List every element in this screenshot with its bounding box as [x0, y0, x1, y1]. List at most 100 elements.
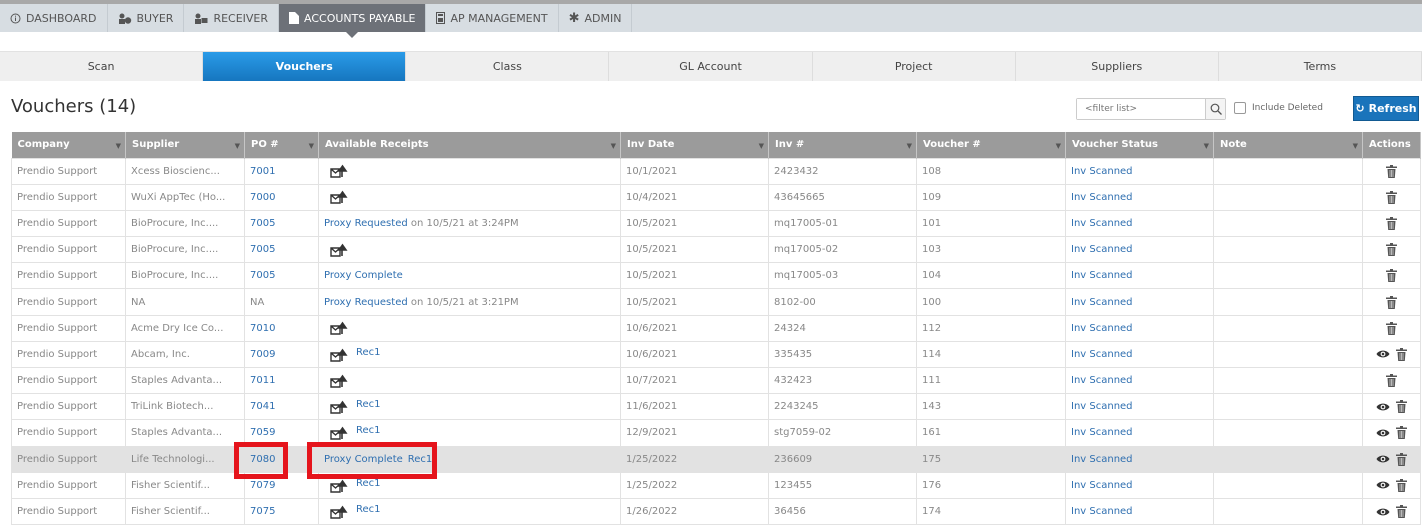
table-row[interactable]: Prendio Support BioProcure, Inc.... 7005…: [11, 262, 1421, 290]
filter-input[interactable]: [1077, 99, 1206, 119]
tab-vouchers[interactable]: Vouchers: [203, 52, 407, 81]
trash-icon[interactable]: [1396, 426, 1407, 440]
voucher-status-link[interactable]: Inv Scanned: [1065, 497, 1214, 525]
tab-scan[interactable]: Scan: [0, 52, 204, 81]
voucher-status-link[interactable]: Inv Scanned: [1065, 262, 1214, 290]
table-row[interactable]: Prendio Support Abcam, Inc. 7009 Rec1 10…: [11, 340, 1421, 369]
upload-envelope-icon[interactable]: [330, 190, 348, 204]
trash-icon[interactable]: [1396, 478, 1407, 492]
upload-envelope-icon[interactable]: [330, 374, 348, 388]
trash-icon[interactable]: [1386, 269, 1397, 283]
proxy-status-link[interactable]: Proxy Complete: [324, 270, 403, 281]
po-link[interactable]: 7075: [244, 497, 319, 525]
voucher-status-link[interactable]: Inv Scanned: [1065, 314, 1214, 342]
po-link[interactable]: 7000: [244, 183, 319, 211]
table-row[interactable]: Prendio Support Staples Advanta... 7011 …: [11, 366, 1421, 395]
table-row[interactable]: Prendio Support Xcess Bioscienc... 7001 …: [11, 157, 1421, 185]
proxy-status-link[interactable]: Proxy Requested: [324, 297, 408, 308]
eye-icon[interactable]: [1376, 454, 1390, 464]
receipt-link[interactable]: Rec1: [356, 347, 381, 358]
trash-icon[interactable]: [1386, 321, 1397, 335]
receipt-link[interactable]: Rec1: [356, 504, 381, 515]
voucher-status-link[interactable]: Inv Scanned: [1065, 419, 1214, 447]
voucher-status-link[interactable]: Inv Scanned: [1065, 445, 1214, 473]
receipt-link[interactable]: Rec1: [356, 425, 381, 436]
trash-icon[interactable]: [1386, 190, 1397, 204]
eye-icon[interactable]: [1376, 507, 1390, 517]
column-header[interactable]: Inv Date ▼: [620, 132, 769, 158]
upload-envelope-icon[interactable]: [330, 164, 348, 178]
trash-icon[interactable]: [1386, 216, 1397, 230]
tab-class[interactable]: Class: [406, 52, 610, 81]
caret-down-icon[interactable]: ▼: [1353, 142, 1358, 150]
refresh-button[interactable]: ↻ Refresh: [1353, 96, 1419, 121]
caret-down-icon[interactable]: ▼: [907, 142, 912, 150]
table-row[interactable]: Prendio Support Acme Dry Ice Co... 7010 …: [11, 314, 1421, 342]
po-link[interactable]: 7041: [244, 393, 319, 421]
table-row[interactable]: Prendio Support WuXi AppTec (Ho... 7000 …: [11, 183, 1421, 211]
column-header[interactable]: Note ▼: [1213, 132, 1363, 158]
nav-dashboard[interactable]: DASHBOARD: [0, 4, 108, 32]
trash-icon[interactable]: [1386, 295, 1397, 309]
trash-icon[interactable]: [1396, 400, 1407, 414]
voucher-status-link[interactable]: Inv Scanned: [1065, 288, 1214, 316]
caret-down-icon[interactable]: ▼: [1056, 142, 1061, 150]
caret-down-icon[interactable]: ▼: [116, 142, 121, 150]
nav-ap-management[interactable]: AP MANAGEMENT: [426, 4, 559, 32]
table-row[interactable]: Prendio Support Life Technologi... 7080 …: [11, 445, 1421, 473]
tab-terms[interactable]: Terms: [1219, 52, 1422, 81]
tab-gl-account[interactable]: GL Account: [609, 52, 813, 81]
upload-envelope-icon[interactable]: [330, 505, 348, 519]
column-header[interactable]: Supplier ▼: [125, 132, 245, 158]
voucher-status-link[interactable]: Inv Scanned: [1065, 366, 1214, 395]
nav-receiver[interactable]: RECEIVER: [184, 4, 280, 32]
table-row[interactable]: Prendio Support BioProcure, Inc.... 7005…: [11, 236, 1421, 264]
trash-icon[interactable]: [1396, 347, 1407, 361]
trash-icon[interactable]: [1386, 374, 1397, 388]
voucher-status-link[interactable]: Inv Scanned: [1065, 209, 1214, 238]
trash-icon[interactable]: [1386, 243, 1397, 257]
po-link[interactable]: 7005: [244, 209, 319, 238]
nav-accounts-payable[interactable]: ACCOUNTS PAYABLE: [279, 4, 427, 38]
include-deleted-checkbox[interactable]: [1234, 102, 1246, 114]
caret-down-icon[interactable]: ▼: [1204, 142, 1209, 150]
voucher-status-link[interactable]: Inv Scanned: [1065, 183, 1214, 211]
tab-suppliers[interactable]: Suppliers: [1016, 52, 1219, 81]
column-header[interactable]: Actions: [1362, 132, 1421, 158]
voucher-status-link[interactable]: Inv Scanned: [1065, 157, 1214, 185]
voucher-status-link[interactable]: Inv Scanned: [1065, 236, 1214, 264]
upload-envelope-icon[interactable]: [330, 348, 348, 362]
search-icon[interactable]: [1205, 99, 1225, 119]
table-row[interactable]: Prendio Support NA NA Proxy Requested on…: [11, 288, 1421, 316]
nav-buyer[interactable]: BUYER: [108, 4, 185, 32]
eye-icon[interactable]: [1376, 428, 1390, 438]
proxy-status-link[interactable]: Proxy Requested: [324, 218, 408, 229]
trash-icon[interactable]: [1386, 164, 1397, 178]
upload-envelope-icon[interactable]: [330, 321, 348, 335]
table-row[interactable]: Prendio Support BioProcure, Inc.... 7005…: [11, 209, 1421, 238]
caret-down-icon[interactable]: ▼: [235, 142, 240, 150]
upload-envelope-icon[interactable]: [330, 479, 348, 493]
po-link[interactable]: 7011: [244, 366, 319, 395]
po-link[interactable]: 7009: [244, 340, 319, 369]
po-link[interactable]: 7005: [244, 236, 319, 264]
table-row[interactable]: Prendio Support Fisher Scientif... 7079 …: [11, 471, 1421, 499]
eye-icon[interactable]: [1376, 402, 1390, 412]
caret-down-icon[interactable]: ▼: [759, 142, 764, 150]
caret-down-icon[interactable]: ▼: [309, 142, 314, 150]
upload-envelope-icon[interactable]: [330, 243, 348, 257]
voucher-status-link[interactable]: Inv Scanned: [1065, 471, 1214, 499]
column-header[interactable]: Available Receipts ▼: [318, 132, 621, 158]
column-header[interactable]: PO # ▼: [244, 132, 319, 158]
upload-envelope-icon[interactable]: [330, 426, 348, 441]
column-header[interactable]: Voucher # ▼: [916, 132, 1066, 158]
tab-project[interactable]: Project: [813, 52, 1016, 81]
po-link[interactable]: 7001: [244, 157, 319, 185]
voucher-status-link[interactable]: Inv Scanned: [1065, 393, 1214, 421]
column-header[interactable]: Company ▼: [11, 132, 126, 158]
table-row[interactable]: Prendio Support Staples Advanta... 7059 …: [11, 419, 1421, 447]
table-row[interactable]: Prendio Support Fisher Scientif... 7075 …: [11, 497, 1421, 525]
po-link[interactable]: 7005: [244, 262, 319, 290]
eye-icon[interactable]: [1376, 480, 1390, 490]
trash-icon[interactable]: [1396, 505, 1407, 519]
